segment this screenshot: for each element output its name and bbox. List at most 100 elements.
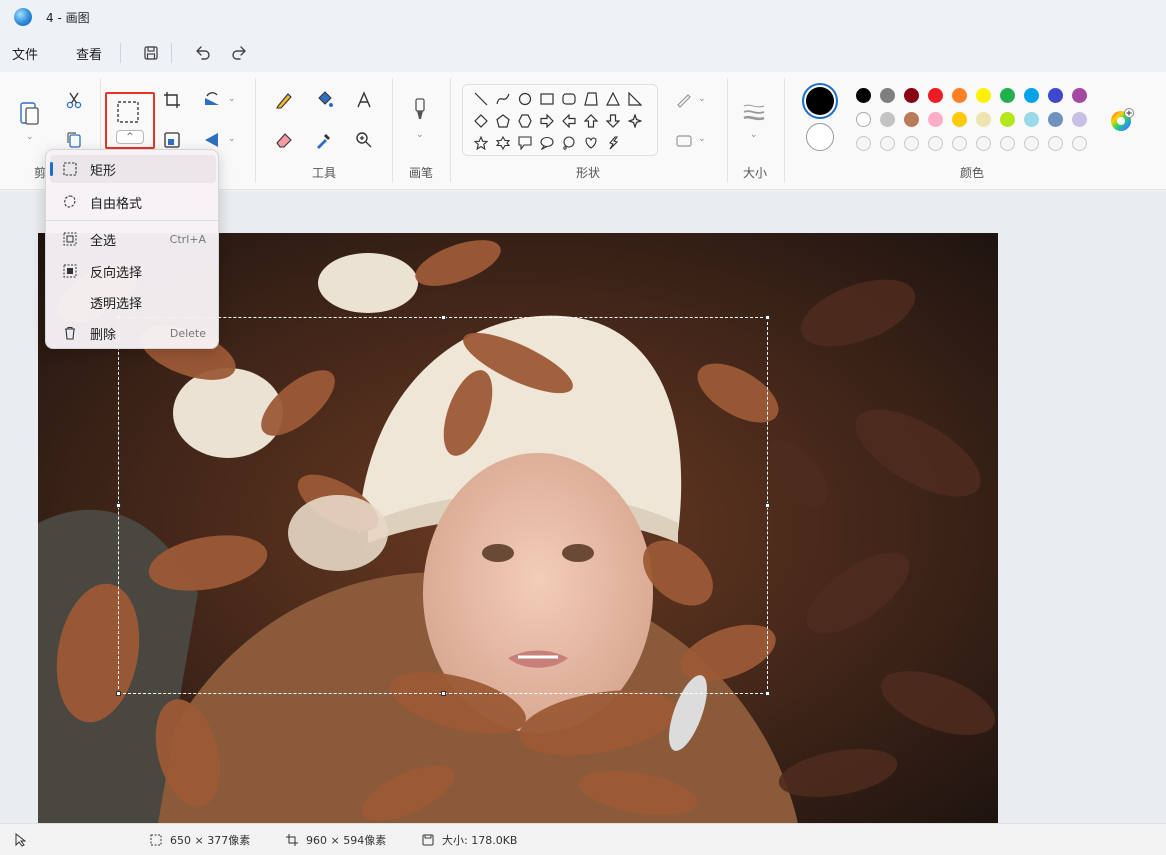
chevron-down-icon[interactable]: ⌄ [228, 94, 236, 104]
selection-handle[interactable] [441, 315, 446, 320]
menu-item-delete[interactable]: 删除 Delete [50, 319, 216, 347]
triangle-shape-icon[interactable] [603, 89, 623, 109]
crop-icon[interactable] [158, 86, 186, 114]
menu-item-transparent-selection[interactable]: 透明选择 [50, 288, 216, 316]
rectangle-select-icon[interactable] [115, 100, 143, 126]
rotate-icon[interactable] [198, 86, 226, 114]
palette-color-swatch[interactable] [1072, 112, 1087, 127]
menu-item-freeform[interactable]: 自由格式 [50, 188, 216, 216]
palette-color-swatch[interactable] [904, 88, 919, 103]
palette-color-swatch[interactable] [856, 112, 871, 127]
brush-icon[interactable] [406, 96, 434, 124]
custom-color-slot[interactable] [952, 136, 967, 151]
custom-color-slot[interactable] [928, 136, 943, 151]
palette-color-swatch[interactable] [880, 88, 895, 103]
selection-handle[interactable] [765, 691, 770, 696]
chevron-down-icon[interactable]: ⌄ [750, 130, 758, 140]
palette-color-swatch[interactable] [1000, 112, 1015, 127]
rect-callout-shape-icon[interactable] [515, 133, 535, 153]
save-icon[interactable] [137, 39, 165, 67]
palette-color-swatch[interactable] [952, 88, 967, 103]
menu-file[interactable]: 文件 [4, 40, 46, 67]
line-size-icon[interactable] [740, 98, 768, 126]
eraser-icon[interactable] [270, 126, 298, 154]
palette-color-swatch[interactable] [904, 112, 919, 127]
palette-color-swatch[interactable] [1072, 88, 1087, 103]
palette-color-swatch[interactable] [952, 112, 967, 127]
shape-outline-icon[interactable] [670, 86, 698, 114]
edit-colors-icon[interactable] [1108, 106, 1136, 134]
diamond-shape-icon[interactable] [471, 111, 491, 131]
left-arrow-shape-icon[interactable] [559, 111, 579, 131]
lightning-shape-icon[interactable] [603, 133, 623, 153]
custom-color-slot[interactable] [1048, 136, 1063, 151]
selection-handle[interactable] [441, 691, 446, 696]
oval-shape-icon[interactable] [515, 89, 535, 109]
five-point-star-shape-icon[interactable] [471, 133, 491, 153]
chevron-down-icon[interactable]: ⌄ [228, 134, 236, 144]
palette-color-swatch[interactable] [928, 112, 943, 127]
cloud-callout-shape-icon[interactable] [559, 133, 579, 153]
custom-color-slot[interactable] [1000, 136, 1015, 151]
select-tool-highlight[interactable]: ^ [105, 92, 155, 149]
primary-color-swatch[interactable] [806, 87, 834, 115]
pencil-icon[interactable] [270, 86, 298, 114]
curve-shape-icon[interactable] [493, 89, 513, 109]
six-point-star-shape-icon[interactable] [493, 133, 513, 153]
right-triangle-shape-icon[interactable] [625, 89, 645, 109]
redo-icon[interactable] [226, 39, 254, 67]
cut-icon[interactable] [60, 86, 88, 114]
oval-callout-shape-icon[interactable] [537, 133, 557, 153]
undo-icon[interactable] [188, 39, 216, 67]
chevron-down-icon[interactable]: ⌄ [698, 134, 706, 144]
menu-item-rectangle[interactable]: 矩形 [50, 155, 216, 183]
polygon-shape-icon[interactable] [581, 89, 601, 109]
selection-handle[interactable] [765, 503, 770, 508]
fill-bucket-icon[interactable] [310, 86, 338, 114]
shape-fill-icon[interactable] [670, 126, 698, 154]
secondary-color-swatch[interactable] [806, 123, 834, 151]
paste-icon[interactable] [16, 96, 44, 130]
palette-color-swatch[interactable] [976, 112, 991, 127]
four-point-star-shape-icon[interactable] [625, 111, 645, 131]
palette-color-swatch[interactable] [1048, 112, 1063, 127]
palette-color-swatch[interactable] [976, 88, 991, 103]
color-picker-icon[interactable] [310, 126, 338, 154]
palette-color-swatch[interactable] [1000, 88, 1015, 103]
selection-handle[interactable] [765, 315, 770, 320]
pentagon-shape-icon[interactable] [493, 111, 513, 131]
hexagon-shape-icon[interactable] [515, 111, 535, 131]
rounded-rectangle-shape-icon[interactable] [559, 89, 579, 109]
text-icon[interactable] [350, 86, 378, 114]
palette-color-swatch[interactable] [1024, 88, 1039, 103]
custom-color-slot[interactable] [856, 136, 871, 151]
custom-color-slot[interactable] [904, 136, 919, 151]
custom-color-slot[interactable] [1024, 136, 1039, 151]
magnifier-icon[interactable] [350, 126, 378, 154]
selection-handle[interactable] [116, 691, 121, 696]
palette-color-swatch[interactable] [928, 88, 943, 103]
palette-color-swatch[interactable] [856, 88, 871, 103]
heart-shape-icon[interactable] [581, 133, 601, 153]
chevron-down-icon[interactable]: ⌄ [416, 130, 424, 140]
menu-item-invert-selection[interactable]: 反向选择 [50, 257, 216, 285]
palette-color-swatch[interactable] [1048, 88, 1063, 103]
rectangle-shape-icon[interactable] [537, 89, 557, 109]
palette-color-swatch[interactable] [880, 112, 895, 127]
custom-color-slot[interactable] [976, 136, 991, 151]
right-arrow-shape-icon[interactable] [537, 111, 557, 131]
custom-color-slot[interactable] [1072, 136, 1087, 151]
menu-view[interactable]: 查看 [68, 40, 110, 67]
selection-marquee[interactable] [116, 315, 770, 696]
custom-color-slot[interactable] [880, 136, 895, 151]
chevron-down-icon[interactable]: ⌄ [698, 94, 706, 104]
menu-item-select-all[interactable]: 全选 Ctrl+A [50, 225, 216, 253]
line-shape-icon[interactable] [471, 89, 491, 109]
down-arrow-shape-icon[interactable] [603, 111, 623, 131]
chevron-down-icon[interactable]: ⌄ [26, 132, 34, 142]
selection-handle[interactable] [116, 503, 121, 508]
chevron-up-icon[interactable]: ^ [116, 130, 144, 144]
menu-item-label: 矩形 [90, 163, 117, 179]
palette-color-swatch[interactable] [1024, 112, 1039, 127]
up-arrow-shape-icon[interactable] [581, 111, 601, 131]
